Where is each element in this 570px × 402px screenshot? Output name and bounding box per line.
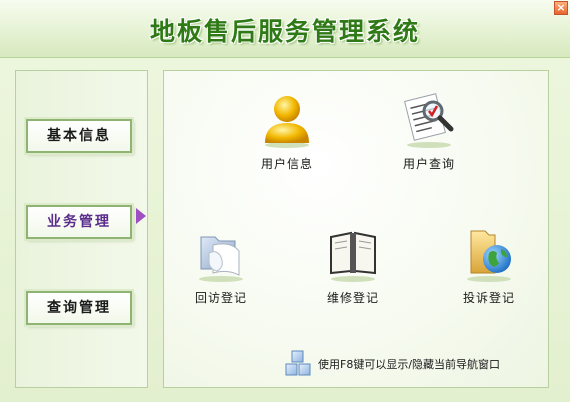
- folder-scroll-icon: [191, 223, 251, 283]
- document-search-icon: [399, 89, 459, 149]
- tile-label: 用户查询: [402, 157, 455, 171]
- nav-button-business[interactable]: 业务管理: [26, 205, 132, 239]
- tile-user-query[interactable]: 用户查询: [374, 89, 484, 172]
- nav-panel: 基本信息 业务管理 查询管理: [15, 70, 148, 388]
- tile-label: 回访登记: [194, 291, 247, 305]
- tile-label: 用户信息: [260, 157, 313, 171]
- close-button[interactable]: ×: [554, 1, 568, 15]
- user-icon: [257, 89, 317, 149]
- notebook-icon: [323, 223, 383, 283]
- tile-label: 投诉登记: [462, 291, 515, 305]
- tile-return-visit[interactable]: 回访登记: [166, 223, 276, 306]
- cubes-icon: [285, 350, 311, 376]
- tile-complaint[interactable]: 投诉登记: [434, 223, 544, 306]
- nav-button-basic-info[interactable]: 基本信息: [26, 119, 132, 153]
- nav-button-query[interactable]: 查询管理: [26, 291, 132, 325]
- nav-active-arrow-icon: [136, 208, 146, 224]
- nav-toggle-hint-text: 使用F8键可以显示/隐藏当前导航窗口: [318, 358, 501, 371]
- tile-label: 维修登记: [326, 291, 379, 305]
- tile-user-info[interactable]: 用户信息: [232, 89, 342, 172]
- folder-globe-icon: [459, 223, 519, 283]
- nav-toggle-hint: 使用F8键可以显示/隐藏当前导航窗口: [284, 348, 554, 378]
- main-panel: 用户信息 用户查询 回访登记 维修登记 投诉登记: [163, 70, 549, 388]
- title-bar: 地板售后服务管理系统 ×: [0, 0, 570, 58]
- app-title: 地板售后服务管理系统: [149, 17, 420, 46]
- tile-repair[interactable]: 维修登记: [298, 223, 408, 306]
